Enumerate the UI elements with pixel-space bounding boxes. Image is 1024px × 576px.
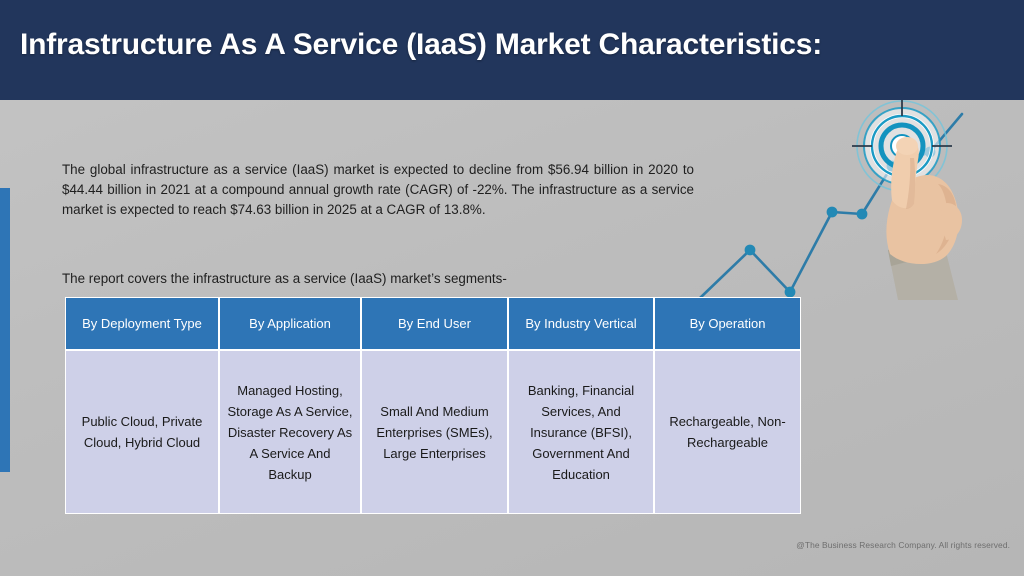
table-header-operation: By Operation [654,297,801,350]
left-accent-bar [0,188,10,472]
pointing-hand-icon [886,137,962,300]
target-bullseye-icon [852,100,952,196]
chart-marker [856,208,868,220]
table-cell-deployment-type: Public Cloud, Private Cloud, Hybrid Clou… [65,350,219,514]
table-cell-end-user: Small And Medium Enterprises (SMEs), Lar… [361,350,508,514]
table-header-end-user: By End User [361,297,508,350]
chart-marker [826,206,838,218]
growth-chart-graphic [698,100,964,300]
table-header-row: By Deployment Type By Application By End… [65,297,801,350]
table-cell-operation: Rechargeable, Non-Rechargeable [654,350,801,514]
chart-marker [886,160,898,172]
table-row: Public Cloud, Private Cloud, Hybrid Clou… [65,350,801,514]
segments-intro-text: The report covers the infrastructure as … [62,271,507,286]
chart-marker [744,244,756,256]
table-header-deployment-type: By Deployment Type [65,297,219,350]
slide-canvas: Infrastructure As A Service (IaaS) Marke… [0,0,1024,576]
chart-line [698,112,964,300]
crosshair-ticks [852,100,952,196]
chart-marker [784,286,796,298]
table-cell-application: Managed Hosting, Storage As A Service, D… [219,350,361,514]
body-paragraph: The global infrastructure as a service (… [62,162,694,217]
table-header-application: By Application [219,297,361,350]
chart-marker [924,146,936,158]
segments-table: By Deployment Type By Application By End… [65,297,801,514]
copyright-footer: @The Business Research Company. All righ… [796,540,1010,550]
table-cell-industry-vertical: Banking, Financial Services, And Insuran… [508,350,654,514]
title-bar: Infrastructure As A Service (IaaS) Marke… [0,0,1024,100]
table-header-industry-vertical: By Industry Vertical [508,297,654,350]
page-title: Infrastructure As A Service (IaaS) Marke… [20,28,823,61]
